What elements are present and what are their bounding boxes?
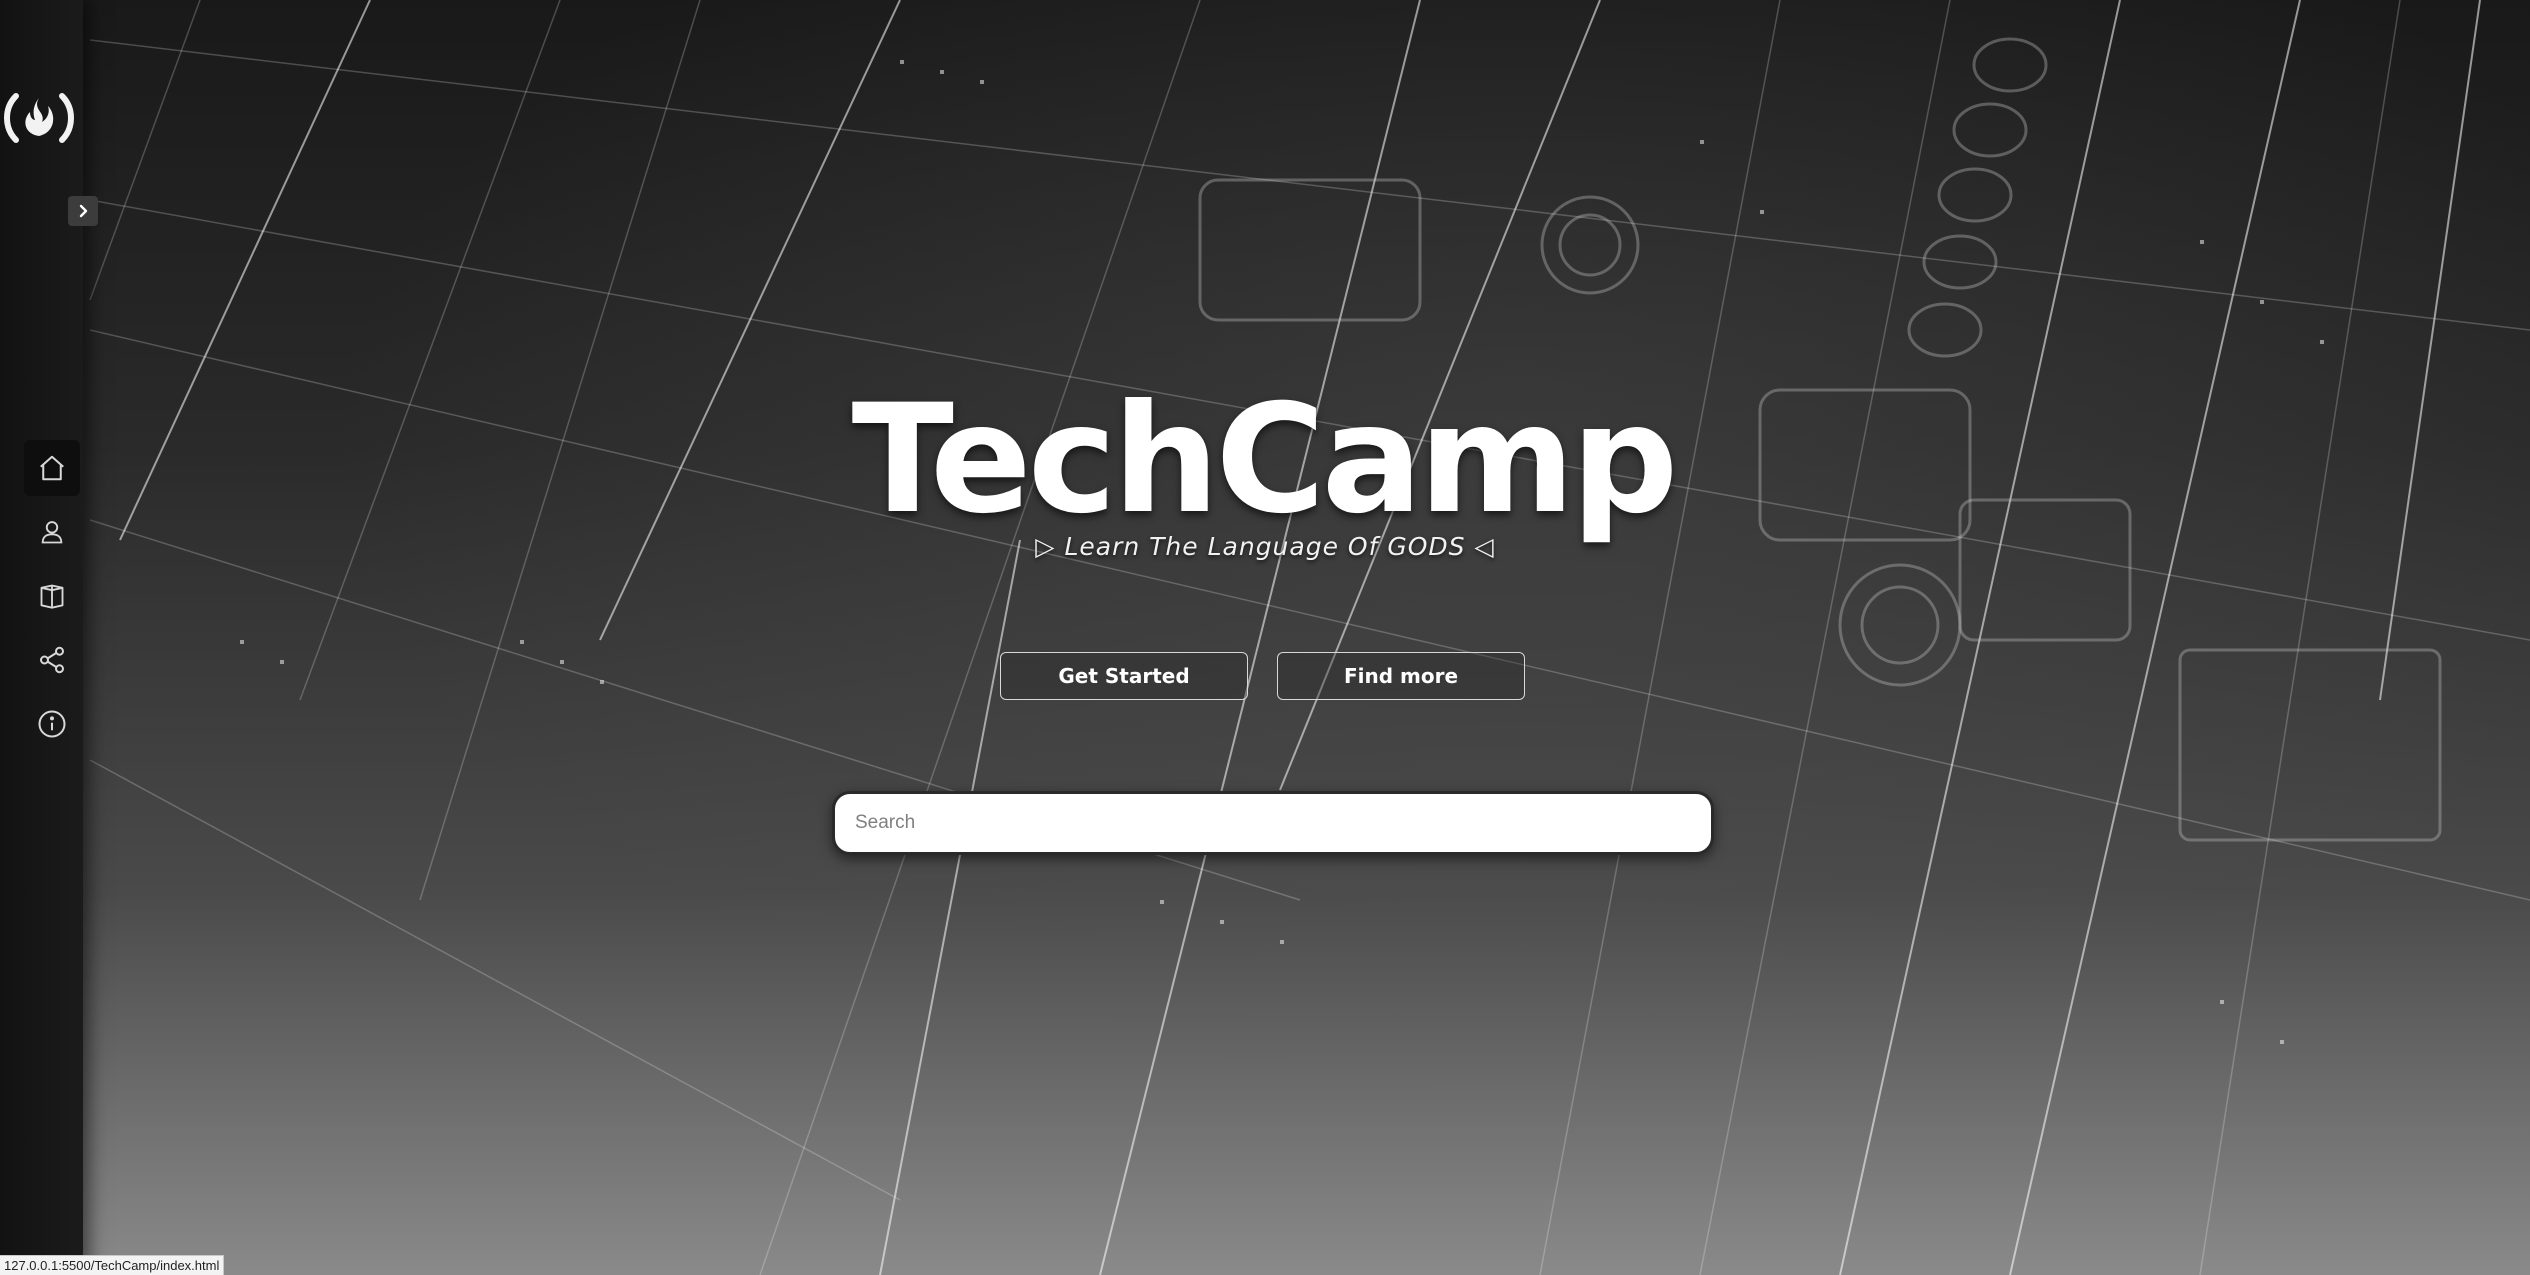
browser-status-url: 127.0.0.1:5500/TechCamp/index.html: [0, 1255, 225, 1275]
page: TechCamp ▷ Learn The Language Of GODS ◁ …: [0, 0, 2530, 1275]
book-icon: [40, 584, 64, 609]
user-icon: [41, 521, 63, 544]
home-icon: [40, 455, 64, 481]
search-input[interactable]: [835, 812, 1711, 834]
sidebar-item-user[interactable]: [24, 504, 80, 560]
sidebar-item-home[interactable]: [24, 440, 80, 496]
share-icon: [40, 646, 64, 674]
find-more-button[interactable]: Find more: [1277, 652, 1525, 700]
sidebar-nav: [24, 440, 80, 760]
sidebar-item-share[interactable]: [24, 632, 80, 688]
tagline: ▷ Learn The Language Of GODS ◁: [1035, 532, 1495, 561]
sidebar-expand-button[interactable]: [68, 196, 98, 226]
hero-section: TechCamp ▷ Learn The Language Of GODS ◁ …: [0, 0, 2530, 1275]
get-started-button[interactable]: Get Started: [1000, 652, 1248, 700]
sidebar: [0, 0, 83, 1275]
sidebar-item-courses[interactable]: [24, 568, 80, 624]
freecodecamp-flame-icon[interactable]: [0, 86, 78, 150]
info-icon: [38, 710, 66, 738]
sidebar-item-info[interactable]: [24, 696, 80, 752]
site-title: TechCamp: [851, 373, 1679, 547]
chevron-right-icon: [79, 204, 88, 218]
search-bar: [832, 791, 1714, 855]
